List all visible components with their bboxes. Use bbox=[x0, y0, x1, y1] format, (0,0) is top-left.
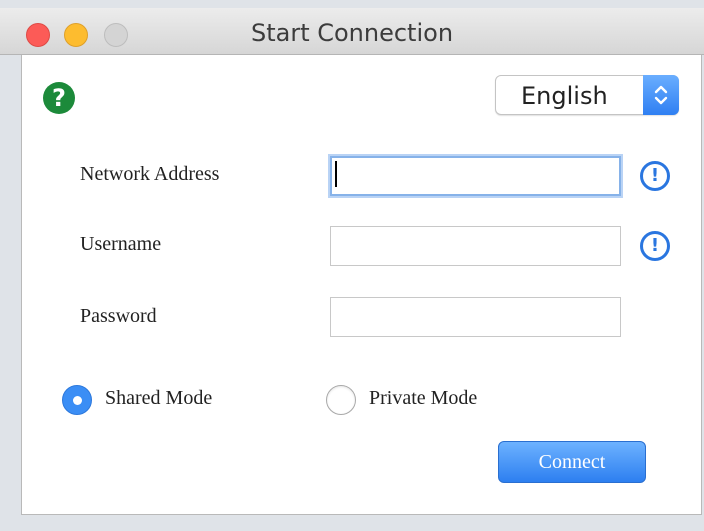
chevron-up-down-icon bbox=[643, 75, 679, 115]
dialog-content: ? English Network Address ! Username ! P… bbox=[21, 55, 702, 515]
title-bar: Start Connection bbox=[0, 8, 704, 55]
language-select[interactable]: English bbox=[495, 75, 679, 115]
password-label: Password bbox=[80, 305, 157, 327]
language-selected-value: English bbox=[521, 82, 608, 110]
password-input[interactable] bbox=[330, 297, 621, 337]
network-address-label: Network Address bbox=[80, 163, 220, 185]
window-title: Start Connection bbox=[250, 19, 454, 47]
network-address-input[interactable] bbox=[330, 156, 621, 196]
private-mode-radio[interactable] bbox=[326, 385, 356, 415]
shared-mode-radio[interactable] bbox=[62, 385, 92, 415]
username-warning-icon[interactable]: ! bbox=[640, 231, 670, 261]
network-address-warning-icon[interactable]: ! bbox=[640, 161, 670, 191]
help-icon[interactable]: ? bbox=[43, 82, 75, 114]
username-input[interactable] bbox=[330, 226, 621, 266]
start-connection-window: Start Connection ? English Network Addre… bbox=[0, 0, 704, 531]
connect-button[interactable]: Connect bbox=[498, 441, 646, 483]
text-caret bbox=[335, 161, 337, 187]
username-label: Username bbox=[80, 233, 162, 255]
private-mode-label[interactable]: Private Mode bbox=[369, 387, 477, 410]
shared-mode-label[interactable]: Shared Mode bbox=[105, 387, 212, 410]
